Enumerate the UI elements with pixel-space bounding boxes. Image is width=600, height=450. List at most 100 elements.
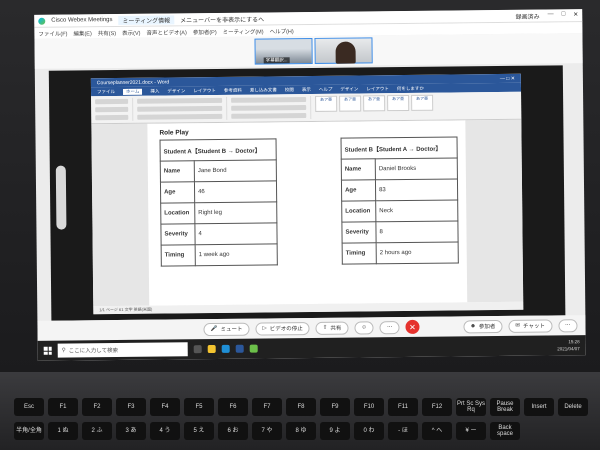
word-tab-home[interactable]: ホーム: [122, 88, 143, 95]
participants-button[interactable]: ☻ 参加者: [463, 319, 503, 333]
webex-logo-icon: [38, 17, 46, 25]
keyboard-key[interactable]: Back space: [490, 422, 520, 440]
word-tab-help[interactable]: ヘルプ: [319, 86, 333, 92]
word-tab-references[interactable]: 参考資料: [224, 87, 242, 93]
windows-start-icon[interactable]: [43, 346, 52, 355]
keyboard-key[interactable]: Prt Sc Sys Rq: [456, 398, 486, 416]
word-icon[interactable]: [235, 344, 244, 353]
keyboard-key[interactable]: 5 え: [184, 422, 214, 440]
menu-share[interactable]: 共有(S): [98, 29, 116, 37]
keyboard-key[interactable]: F3: [116, 398, 146, 416]
task-view-icon[interactable]: [193, 345, 202, 354]
document-page[interactable]: Role Play Student A【Student B → Doctor】 …: [147, 120, 468, 306]
word-window-controls[interactable]: — □ ✕: [500, 75, 515, 81]
word-tab-layout[interactable]: レイアウト: [193, 87, 216, 93]
reactions-button[interactable]: ☺: [354, 320, 374, 335]
styles-gallery: あア亜 あア亜 あア亜 あア亜 あア亜: [315, 94, 434, 119]
end-meeting-button[interactable]: ✕: [405, 319, 420, 335]
keyboard-key[interactable]: Esc: [14, 398, 44, 416]
webex-app-title: Cisco Webex Meetings: [51, 17, 113, 24]
style-option[interactable]: あア亜: [363, 95, 386, 112]
menu-help[interactable]: ヘルプ(H): [270, 27, 294, 35]
keyboard-key[interactable]: F4: [150, 398, 180, 416]
keyboard-key[interactable]: Insert: [524, 398, 554, 416]
student-a-table: Student A【Student B → Doctor】 Name Jane B…: [160, 138, 278, 267]
keyboard-key[interactable]: F7: [252, 398, 282, 416]
menu-meeting[interactable]: ミーティング(M): [223, 27, 264, 35]
keyboard-key[interactable]: F5: [184, 398, 214, 416]
keyboard-key[interactable]: 2 ふ: [82, 422, 112, 440]
row-label: Name: [160, 160, 195, 183]
keyboard-key[interactable]: 6 お: [218, 422, 248, 440]
menu-file[interactable]: ファイル(F): [38, 29, 67, 37]
row-value: 2 hours ago: [376, 241, 459, 264]
share-button[interactable]: ⇧ 共有: [315, 321, 349, 335]
share-icon: ⇧: [322, 324, 328, 331]
keyboard-key[interactable]: F2: [82, 398, 112, 416]
menu-audio-video[interactable]: 音声とビデオ(A): [146, 28, 186, 36]
style-option[interactable]: あア亜: [315, 95, 338, 112]
menu-edit[interactable]: 編集(E): [73, 29, 91, 37]
keyboard-key[interactable]: - ほ: [388, 422, 418, 440]
clock-time: 15:28: [568, 339, 580, 345]
keyboard-key[interactable]: 9 よ: [320, 422, 350, 440]
paragraph-group[interactable]: [231, 95, 312, 120]
share-side-toolbar[interactable]: [55, 165, 67, 230]
keyboard-key[interactable]: 7 や: [252, 422, 282, 440]
file-explorer-icon[interactable]: [207, 344, 216, 354]
edge-icon[interactable]: [221, 344, 230, 353]
word-tab-design[interactable]: デザイン: [167, 88, 185, 94]
word-tell-me[interactable]: 何をしますか: [397, 85, 424, 91]
font-group[interactable]: [137, 96, 228, 121]
more-options-button[interactable]: ⋯: [379, 320, 400, 334]
keyboard-key[interactable]: 0 わ: [354, 422, 384, 440]
maximize-icon[interactable]: □: [562, 11, 566, 20]
stop-video-button[interactable]: ▷ ビデオの停止: [255, 321, 310, 336]
keyboard-key[interactable]: F11: [388, 398, 418, 416]
clipboard-group[interactable]: [95, 97, 134, 122]
system-tray-clock[interactable]: 15:28 2021/04/07: [557, 338, 580, 352]
minimize-icon[interactable]: —: [548, 11, 554, 20]
word-document-area: Role Play Student A【Student B → Doctor】 …: [91, 119, 524, 307]
keyboard-key[interactable]: 1 ぬ: [48, 422, 78, 440]
taskbar-search-box[interactable]: ⚲ ここに入力して検索: [57, 342, 188, 358]
video-thumbnail-room[interactable]: 字幕翻訳...: [254, 37, 313, 65]
role-play-tables: Student A【Student B → Doctor】 Name Jane B…: [160, 136, 459, 267]
menu-bar-hint[interactable]: メニューバーを非表示にするへ: [180, 14, 264, 24]
style-option[interactable]: あア亜: [339, 95, 362, 112]
keyboard-key[interactable]: F10: [354, 398, 384, 416]
word-tab-review[interactable]: 校閲: [285, 87, 294, 93]
word-tab-file[interactable]: ファイル: [97, 89, 115, 95]
more-panels-button[interactable]: ⋯: [557, 318, 578, 332]
keyboard-key[interactable]: 半角/全角: [14, 422, 44, 440]
word-tab-insert[interactable]: 挿入: [150, 88, 159, 94]
keyboard-key[interactable]: 4 う: [150, 422, 180, 440]
keyboard-key[interactable]: Delete: [558, 398, 588, 416]
menu-view[interactable]: 表示(V): [122, 28, 140, 36]
smiley-icon: ☺: [361, 324, 367, 331]
menu-participants[interactable]: 参加者(P): [193, 27, 217, 35]
keyboard-key[interactable]: 8 ゆ: [286, 422, 316, 440]
keyboard-key[interactable]: ¥ ー: [456, 422, 486, 440]
keyboard-key[interactable]: F6: [218, 398, 248, 416]
word-tab-mailings[interactable]: 差し込み文書: [250, 87, 277, 93]
style-option[interactable]: あア亜: [411, 94, 434, 111]
style-option[interactable]: あア亜: [387, 94, 410, 112]
keyboard-key[interactable]: F9: [320, 398, 350, 416]
webex-icon[interactable]: [249, 344, 258, 353]
close-icon[interactable]: ✕: [573, 11, 578, 20]
row-label: Severity: [160, 223, 196, 246]
mute-button[interactable]: 🎤 ミュート: [203, 322, 250, 336]
keyboard-key[interactable]: Pause Break: [490, 398, 520, 416]
keyboard-key[interactable]: F12: [422, 398, 452, 416]
word-tab-view[interactable]: 表示: [302, 86, 311, 92]
keyboard-key[interactable]: 3 あ: [116, 422, 146, 440]
keyboard-key[interactable]: ^ へ: [422, 422, 452, 440]
word-tab-table-design[interactable]: デザイン: [340, 86, 358, 92]
keyboard-key[interactable]: F1: [48, 398, 78, 416]
word-tab-table-layout[interactable]: レイアウト: [366, 86, 389, 92]
chat-button[interactable]: ✉ チャット: [508, 318, 553, 333]
keyboard-key[interactable]: F8: [286, 398, 316, 416]
meeting-info-tab[interactable]: ミーティング情報: [118, 14, 175, 25]
video-thumbnail-person[interactable]: [314, 37, 373, 64]
